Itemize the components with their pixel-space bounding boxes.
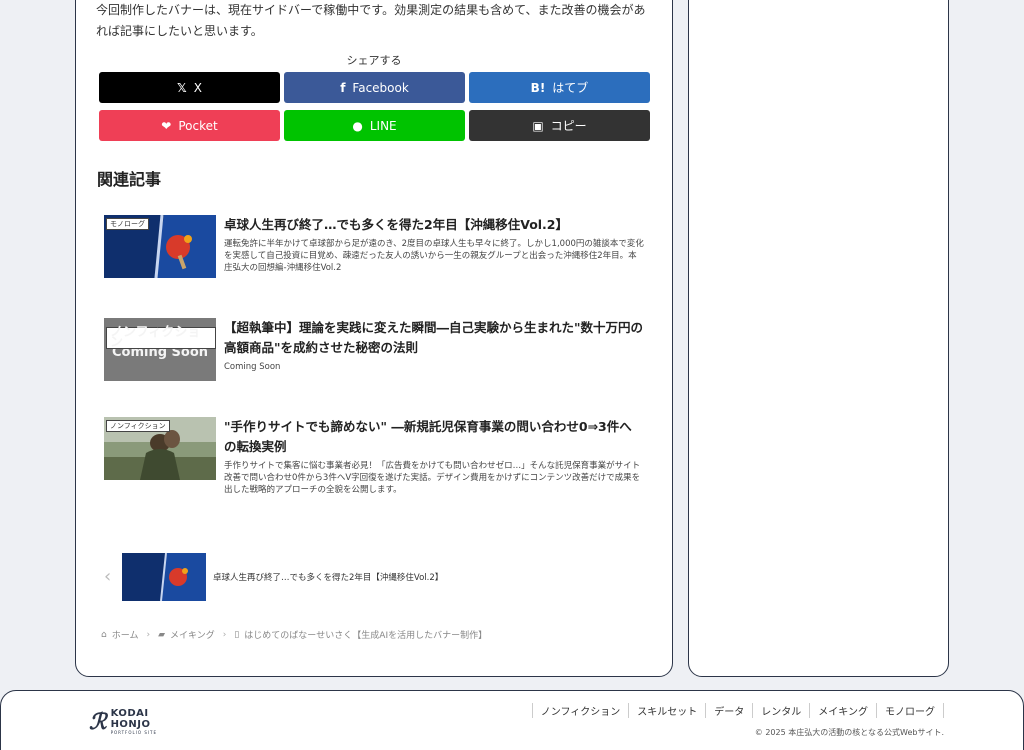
logo-text: KODAI HONJO PORTFOLIO SITE: [111, 708, 157, 736]
x-logo-icon: 𝕏: [177, 80, 187, 95]
category-badge: モノローグ: [106, 218, 149, 230]
breadcrumb-current: はじめてのばなーせいさく【生成AIを活用したバナー制作】: [244, 631, 488, 641]
logo-line-2: HONJO: [110, 719, 151, 730]
prev-post-thumbnail: [122, 553, 206, 601]
related-article-title[interactable]: "手作りサイトでも諦めない" ―新規託児保育事業の問い合わせ0⇒3件への転換実例: [224, 417, 644, 457]
related-article-1[interactable]: モノローグ 卓球人生再び終了…でも多くを得た2年目【沖縄移住Vol.2】 運転免…: [104, 215, 644, 285]
related-article-title[interactable]: 卓球人生再び終了…でも多くを得た2年目【沖縄移住Vol.2】: [224, 215, 644, 235]
site-logo[interactable]: ℛ KODAI HONJO PORTFOLIO SITE: [89, 708, 157, 736]
share-x-button[interactable]: 𝕏 X: [99, 72, 280, 103]
share-hatena-button[interactable]: B! はてブ: [469, 72, 650, 103]
line-icon: ●: [352, 118, 363, 133]
footer-nav-nonfiction[interactable]: ノンフィクション: [531, 703, 629, 718]
related-article-3[interactable]: ノンフィクション "手作りサイトでも諦めない" ―新規託児保育事業の問い合わせ0…: [104, 417, 644, 497]
share-copy-label: コピー: [550, 119, 587, 133]
breadcrumb-home[interactable]: ホーム: [112, 628, 139, 641]
related-article-thumbnail[interactable]: モノローグ: [104, 215, 216, 278]
share-pocket-button[interactable]: ❤ Pocket: [99, 110, 280, 141]
breadcrumb: ⌂ ホーム › ▰ メイキング › ▯ はじめてのばなーせいさく【生成AIを活用…: [101, 628, 488, 642]
related-article-thumbnail[interactable]: Coming Soon ノンフィクション: [104, 318, 216, 381]
prev-post-title: 卓球人生再び終了…でも多くを得た2年目【沖縄移住Vol.2】: [213, 573, 444, 583]
ping-pong-thumbnail-image: [122, 553, 206, 601]
logo-subtitle: PORTFOLIO SITE: [110, 730, 158, 735]
related-article-description: 運転免許に半年かけて卓球部から足が遠のき、2度目の卓球人生も早々に終了。しかし1…: [224, 239, 644, 273]
share-heading: シェアする: [346, 54, 402, 67]
share-pocket-label: Pocket: [178, 118, 218, 133]
prev-post-link[interactable]: ‹ 卓球人生再び終了…でも多くを得た2年目【沖縄移住Vol.2】: [104, 553, 644, 601]
footer-nav-making[interactable]: メイキング: [809, 703, 876, 718]
footer-nav-skillset[interactable]: スキルセット: [628, 703, 705, 718]
footer-nav-data[interactable]: データ: [705, 703, 752, 718]
share-x-label: X: [193, 80, 202, 95]
home-icon: ⌂: [101, 629, 107, 640]
related-article-description: 手作りサイトで集客に悩む事業者必見！「広告費をかけても問い合わせゼロ…」そんな託…: [224, 461, 641, 495]
footer-nav-monologue[interactable]: モノローグ: [876, 703, 944, 718]
chevron-left-icon: ‹: [104, 566, 112, 587]
share-facebook-button[interactable]: f Facebook: [284, 72, 465, 103]
share-buttons: 𝕏 X f Facebook B! はてブ ❤ Pocket ● LINE ▣ …: [99, 72, 650, 141]
related-article-thumbnail[interactable]: ノンフィクション: [104, 417, 216, 480]
facebook-icon: f: [340, 80, 346, 95]
share-line-button[interactable]: ● LINE: [284, 110, 465, 141]
sidebar-card: [688, 0, 949, 677]
kh-monogram-icon: ℛ: [89, 709, 107, 735]
logo-line-1: KODAI: [110, 708, 149, 719]
related-article-title[interactable]: 【超執筆中】理論を実践に変えた瞬間―自己実験から生まれた"数十万円の高額商品"を…: [224, 318, 644, 358]
chevron-right-icon: ›: [146, 629, 151, 640]
related-article-description: Coming Soon: [224, 362, 281, 372]
breadcrumb-category[interactable]: メイキング: [170, 628, 215, 641]
file-icon: ▯: [234, 629, 240, 640]
share-hatena-label: はてブ: [552, 81, 589, 95]
copy-icon: ▣: [532, 118, 544, 133]
footer-nav: ノンフィクション スキルセット データ レンタル メイキング モノローグ: [531, 703, 944, 718]
pocket-icon: ❤: [161, 118, 172, 133]
category-badge: ノンフィクション: [106, 326, 216, 349]
category-badge: ノンフィクション: [106, 420, 170, 432]
share-facebook-label: Facebook: [352, 80, 409, 95]
chevron-right-icon: ›: [222, 629, 227, 640]
hatena-bookmark-icon: B!: [530, 80, 546, 95]
share-line-label: LINE: [369, 118, 397, 133]
folder-icon: ▰: [158, 629, 165, 640]
share-copy-button[interactable]: ▣ コピー: [469, 110, 650, 141]
related-articles-heading: 関連記事: [97, 170, 162, 189]
copyright-text: © 2025 本庄弘大の活動の核となる公式Webサイト.: [754, 728, 944, 737]
article-intro-text: 今回制作したバナーは、現在サイドバーで稼働中です。効果測定の結果も含めて、また改…: [96, 3, 646, 38]
footer-nav-rental[interactable]: レンタル: [752, 703, 809, 718]
related-article-2[interactable]: Coming Soon ノンフィクション 【超執筆中】理論を実践に変えた瞬間―自…: [104, 318, 644, 388]
